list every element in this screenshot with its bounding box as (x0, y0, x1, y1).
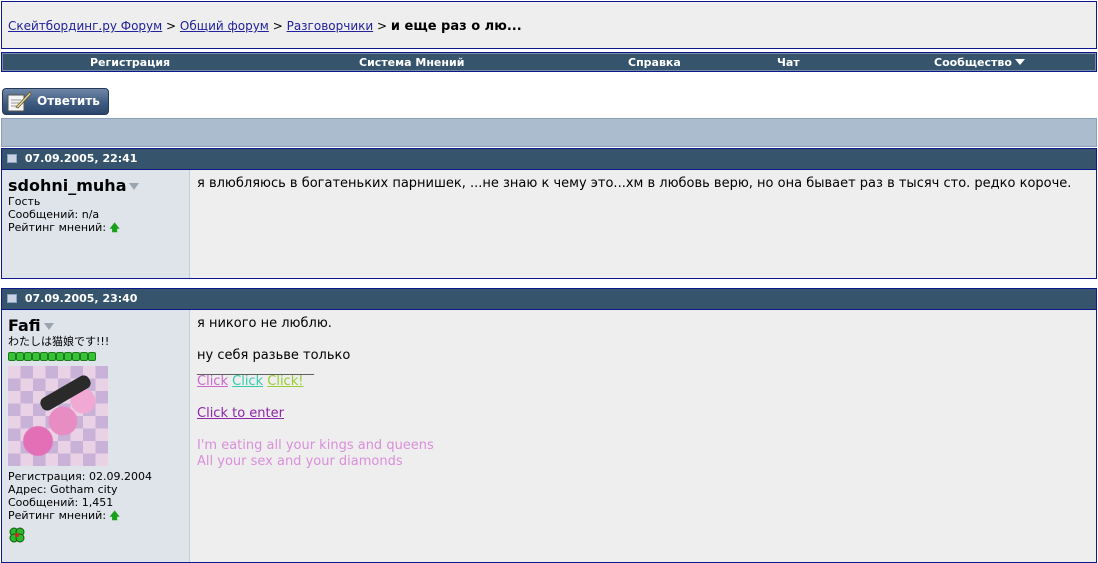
reputation-dot (64, 352, 72, 361)
post-icon (7, 294, 17, 303)
reply-button-label: Ответить (37, 94, 100, 108)
breadcrumb-separator: > (377, 19, 388, 33)
reputation-dot (32, 352, 40, 361)
post-date: 07.09.2005, 22:41 (24, 152, 138, 165)
nav-chat[interactable]: Чат (777, 56, 800, 69)
breadcrumb-link-general-forum[interactable]: Общий форум (180, 19, 269, 33)
user-rating: Рейтинг мнений: 🡅 (8, 221, 183, 235)
user-registration: Регистрация: 02.09.2004 (8, 470, 152, 483)
post-message: я влюбляюсь в богатеньких парнишек, ...н… (191, 170, 1096, 278)
user-menu-chevron-icon[interactable] (43, 323, 54, 330)
user-rating-label: Рейтинг мнений: (8, 509, 107, 522)
user-address: Адрес: Gotham city (8, 483, 118, 496)
user-post-count: Сообщений: n/a (8, 208, 100, 221)
post-header: 07.09.2005, 23:40 (2, 289, 1096, 310)
reputation-dot (72, 352, 80, 361)
clover-icon (9, 527, 25, 543)
user-rating: Рейтинг мнений: 🡅 (8, 509, 183, 523)
reply-button[interactable]: Ответить (2, 88, 109, 115)
nav-help[interactable]: Справка (628, 56, 681, 69)
signature-enter-link[interactable]: Click to enter (197, 406, 284, 421)
user-post-count: Сообщений: 1,451 (8, 496, 114, 509)
post-message-text: я влюбляюсь в богатеньких парнишек, ...н… (197, 176, 1072, 191)
reputation-bar (8, 350, 183, 361)
post-message: я никого не люблю. ну себя разьве только… (191, 310, 1096, 562)
signature-divider: __________________ (197, 361, 314, 376)
post-body: Fafi わたしは猫娘です!!! Регистрация: 02.09.2004… (2, 310, 1096, 562)
post: 07.09.2005, 22:41 sdohni_muha Гость Сооб… (1, 148, 1097, 279)
reputation-dot (24, 352, 32, 361)
reputation-dot (40, 352, 48, 361)
nav-community-label: Сообщество (934, 56, 1012, 69)
post-user-panel: sdohni_muha Гость Сообщений: n/a Рейтинг… (2, 170, 190, 278)
thread-header-bar (1, 118, 1097, 147)
post-body: sdohni_muha Гость Сообщений: n/a Рейтинг… (2, 170, 1096, 278)
user-info: わたしは猫娘です!!! (8, 335, 183, 348)
breadcrumb: Скейтбординг.ру Форум > Общий форум > Ра… (8, 19, 522, 34)
post-username[interactable]: sdohni_muha (8, 176, 126, 195)
reputation-dot (48, 352, 56, 361)
post: 07.09.2005, 23:40 Fafi わたしは猫娘です!!! Регис… (1, 288, 1097, 563)
breadcrumb-separator: > (272, 19, 283, 33)
post-date: 07.09.2005, 23:40 (24, 292, 138, 305)
post-message-line: я никого не люблю. (197, 316, 332, 331)
signature-lyric: All your sex and your diamonds (197, 454, 403, 469)
arrow-up-icon[interactable]: 🡅 (110, 223, 120, 234)
user-info: Гость Сообщений: n/a Рейтинг мнений: 🡅 (8, 195, 183, 235)
signature-click-link[interactable]: Click! (267, 374, 303, 389)
signature-links: Click Click Click! (197, 374, 1090, 390)
thread-title: и еще раз о лю... (390, 19, 522, 34)
breadcrumb-bar: Скейтбординг.ру Форум > Общий форум > Ра… (1, 1, 1097, 49)
reputation-dot (80, 352, 88, 361)
user-title: わたしは猫娘です!!! (8, 335, 110, 348)
chevron-down-icon (1014, 59, 1025, 65)
reputation-dot (8, 352, 16, 361)
post-header: 07.09.2005, 22:41 (2, 149, 1096, 170)
user-rating-label: Рейтинг мнений: (8, 221, 107, 234)
nav-registration[interactable]: Регистрация (90, 56, 170, 69)
breadcrumb-separator: > (166, 19, 177, 33)
breadcrumb-link-chatter[interactable]: Разговорчики (287, 19, 374, 33)
nav-bar: Регистрация Система Мнений Справка Чат С… (1, 52, 1097, 72)
reputation-dot (16, 352, 24, 361)
signature-lyric: I'm eating all your kings and queens (197, 438, 434, 453)
post-username[interactable]: Fafi (8, 316, 41, 335)
breadcrumb-link-forum-home[interactable]: Скейтбординг.ру Форум (8, 19, 162, 33)
user-avatar (8, 366, 108, 466)
quill-paper-icon (7, 91, 32, 112)
post-icon (7, 154, 17, 163)
signature-click-link[interactable]: Click (197, 374, 228, 389)
signature-click-link[interactable]: Click (232, 374, 263, 389)
post-message-line: ну себя разьве только (197, 348, 351, 363)
user-info: Регистрация: 02.09.2004 Адрес: Gotham ci… (8, 470, 183, 523)
post-user-panel: Fafi わたしは猫娘です!!! Регистрация: 02.09.2004… (2, 310, 190, 562)
nav-community[interactable]: Сообщество (934, 56, 1025, 69)
reputation-dot (88, 352, 96, 361)
reputation-dot (56, 352, 64, 361)
nav-opinion-system[interactable]: Система Мнений (359, 56, 464, 69)
user-menu-chevron-icon[interactable] (129, 183, 140, 190)
arrow-up-icon[interactable]: 🡅 (110, 511, 120, 522)
user-title: Гость (8, 195, 41, 208)
